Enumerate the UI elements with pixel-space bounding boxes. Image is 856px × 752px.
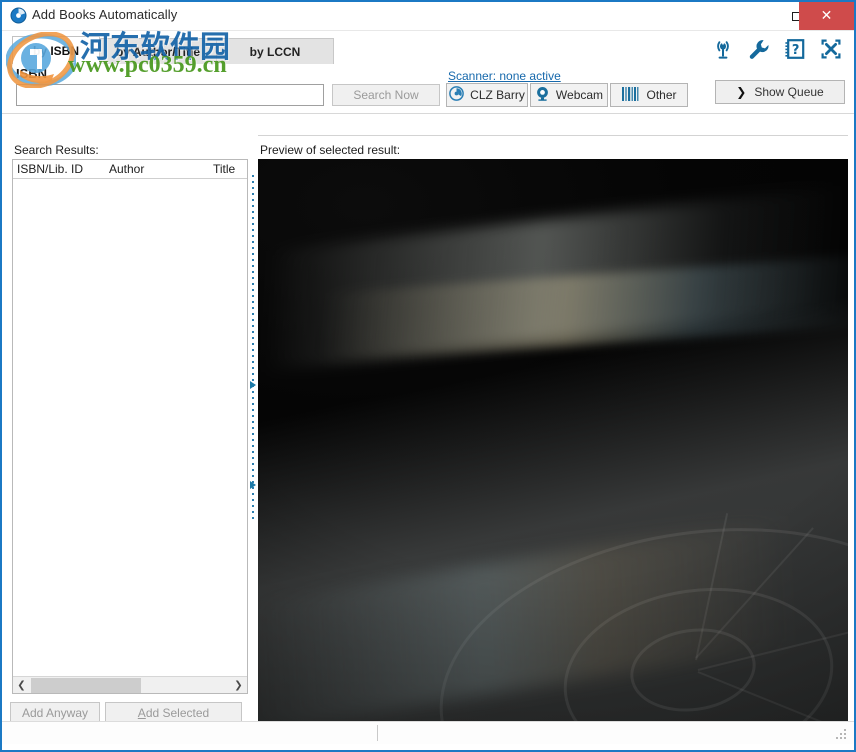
add-books-automatically-window: Add Books Automatically ✕ ? by ISBN by A…: [0, 0, 856, 752]
column-isbn[interactable]: ISBN/Lib. ID: [17, 162, 83, 176]
window-toolbar: ?: [710, 32, 844, 66]
chevron-right-icon: ❯: [736, 85, 747, 99]
clz-barry-icon: [449, 86, 465, 104]
tab-by-author-title-label: by Author/Title: [116, 44, 200, 59]
tab-by-isbn[interactable]: by ISBN: [12, 36, 100, 64]
help-book-icon[interactable]: ?: [782, 36, 808, 62]
webcam-label: Webcam: [555, 88, 604, 102]
preview-divider: [258, 135, 848, 136]
show-queue-button[interactable]: ❯ Show Queue: [715, 80, 845, 104]
add-anyway-label: Add Anyway: [21, 706, 89, 720]
other-label: Other: [646, 88, 677, 102]
add-selected-label: dd Selected: [145, 706, 210, 720]
isbn-input[interactable]: [16, 84, 324, 106]
hscroll-left-arrow[interactable]: ❮: [13, 677, 30, 693]
search-now-button[interactable]: Search Now: [332, 84, 440, 106]
webcam-button[interactable]: Webcam: [530, 83, 608, 107]
wireless-scanner-icon[interactable]: [710, 36, 736, 62]
svg-text:?: ?: [792, 43, 800, 58]
title-bar: Add Books Automatically ✕: [2, 2, 854, 31]
clz-barry-label: CLZ Barry: [470, 88, 525, 102]
results-column-header: ISBN/Lib. ID Author Title: [13, 160, 247, 179]
clz-barry-button[interactable]: CLZ Barry: [446, 83, 528, 107]
column-author[interactable]: Author: [109, 162, 144, 176]
splitter-grip-dots: [252, 175, 254, 523]
search-now-label: Search Now: [353, 88, 419, 102]
preview-image: [258, 159, 848, 725]
splitter-collapse-arrow-top[interactable]: [250, 381, 256, 389]
resize-grip[interactable]: [836, 729, 848, 741]
panel-splitter[interactable]: [248, 159, 258, 721]
barcode-icon: [621, 86, 640, 104]
close-button[interactable]: ✕: [799, 2, 854, 30]
wrench-icon[interactable]: [746, 36, 772, 62]
close-box-icon[interactable]: [818, 36, 844, 62]
other-scanner-button[interactable]: Other: [610, 83, 688, 107]
search-results-label: Search Results:: [14, 143, 99, 157]
search-results-panel: ISBN/Lib. ID Author Title ❮ ❯: [12, 159, 248, 694]
results-horizontal-scrollbar[interactable]: ❮ ❯: [13, 676, 247, 693]
results-list[interactable]: [13, 179, 247, 673]
splitter-collapse-arrow-bottom[interactable]: [250, 481, 256, 489]
preview-vignette: [258, 159, 848, 725]
tab-by-lccn-label: by LCCN: [249, 44, 301, 59]
status-bar: [2, 721, 854, 744]
show-queue-label: Show Queue: [754, 85, 824, 99]
tab-by-isbn-label: by ISBN: [32, 43, 79, 58]
window-title: Add Books Automatically: [32, 7, 178, 22]
close-icon: ✕: [820, 8, 833, 24]
app-disc-icon: [10, 7, 27, 24]
webcam-icon: [535, 86, 550, 104]
column-title[interactable]: Title: [213, 162, 235, 176]
scanner-status-link[interactable]: Scanner: none active: [448, 69, 561, 83]
tab-by-lccn[interactable]: by LCCN: [216, 38, 334, 64]
header-divider: [2, 113, 854, 114]
status-divider: [377, 725, 378, 741]
tab-by-author-title[interactable]: by Author/Title: [99, 38, 217, 64]
search-mode-tabs: by ISBN by Author/Title by LCCN: [12, 36, 334, 64]
isbn-field-label: ISBN: [16, 66, 48, 81]
add-selected-accel: A: [137, 706, 146, 720]
preview-label: Preview of selected result:: [260, 143, 401, 157]
hscroll-thumb[interactable]: [31, 678, 141, 693]
hscroll-right-arrow[interactable]: ❯: [230, 677, 247, 693]
